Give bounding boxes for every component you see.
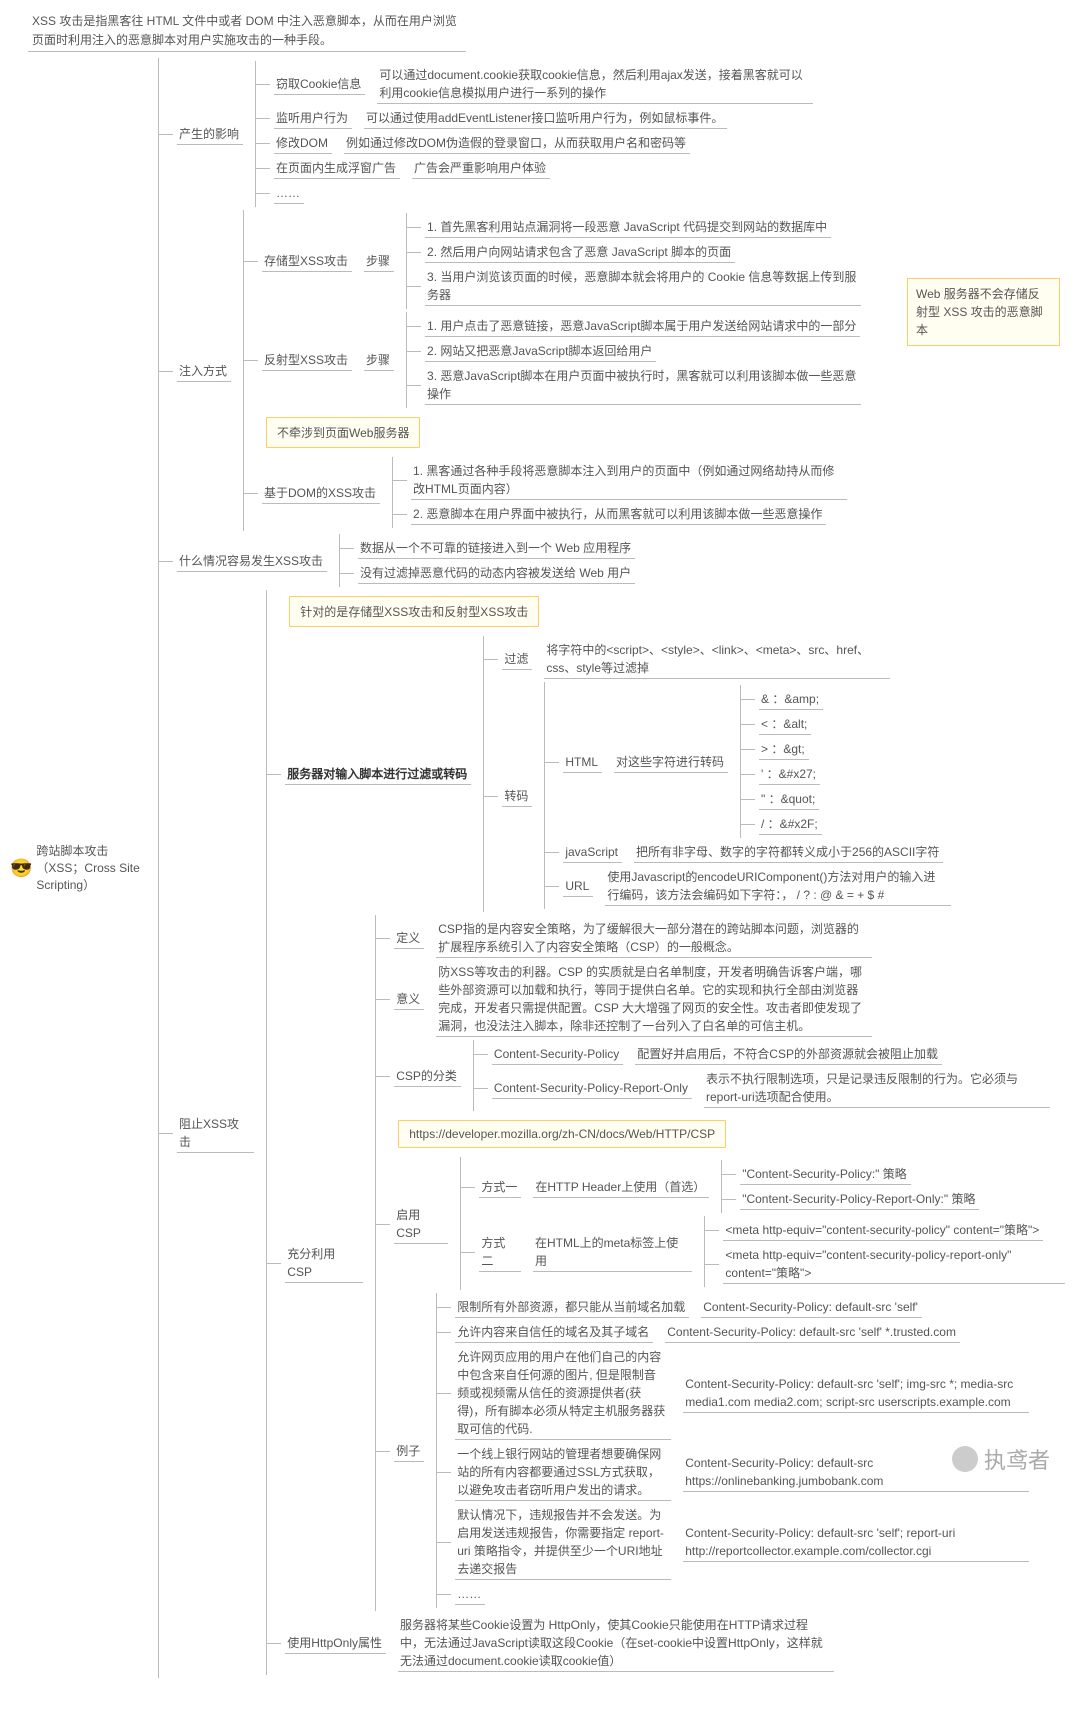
impact-ad-desc: 广告会严重影响用户体验	[412, 157, 550, 179]
csp-sig[interactable]: 意义	[394, 988, 424, 1010]
way1-v: 在HTTP Header上使用（首选）	[533, 1176, 709, 1198]
enc-amp: & ：&amp;	[759, 688, 823, 710]
enc-sl: / ：&#x2F;	[759, 813, 822, 835]
eg5-v: Content-Security-Policy: default-src 'se…	[683, 1522, 1029, 1562]
refl-s3: 3. 恶意JavaScript脚本在用户页面中被执行时，黑客就可以利用该脚本做一…	[425, 365, 861, 405]
encode-html[interactable]: HTML	[563, 751, 602, 773]
encode[interactable]: 转码	[502, 785, 532, 807]
csp-cat[interactable]: CSP的分类	[394, 1065, 461, 1087]
watermark: 执鸢者	[952, 1443, 1050, 1475]
root-node[interactable]: 😎 跨站脚本攻击（XSS；Cross Site Scripting）	[10, 843, 158, 893]
enc-gt: > ：&gt;	[759, 738, 809, 760]
stored-s1: 1. 首先黑客利用站点漏洞将一段恶意 JavaScript 代码提交到网站的数据…	[425, 216, 831, 238]
impact-cookie-desc: 可以通过document.cookie获取cookie信息，然后利用ajax发送…	[377, 64, 813, 104]
impact-listen-desc: 可以通过使用addEventListener接口监听用户行为，例如鼠标事件。	[364, 107, 727, 129]
impact-ad[interactable]: 在页面内生成浮窗广告	[274, 157, 400, 179]
eg2-k: 允许内容来自信任的域名及其子域名	[455, 1321, 653, 1343]
csp-cat-b: Content-Security-Policy-Report-Only	[492, 1077, 692, 1099]
watermark-text: 执鸢者	[984, 1443, 1050, 1475]
filter-desc: 将字符中的<script>、<style>、<link>、<meta>、src、…	[544, 639, 890, 679]
encode-js-desc: 把所有非字母、数字的字符都转义成小于256的ASCII字符	[634, 841, 943, 863]
wechat-icon	[952, 1446, 978, 1472]
way1-a: "Content-Security-Policy:" 策略	[740, 1163, 911, 1185]
csp-cat-b-v: 表示不执行限制选项，只是记录违反限制的行为。它必须与report-uri选项配合…	[704, 1068, 1050, 1108]
dom-s1: 1. 黑客通过各种手段将恶意脚本注入到用户的页面中（例如通过网络劫持从而修改HT…	[411, 460, 847, 500]
note-server-target: 针对的是存储型XSS攻击和反射型XSS攻击	[289, 596, 539, 627]
httponly-desc: 服务器将某些Cookie设置为 HttpOnly，使其Cookie只能使用在HT…	[398, 1614, 834, 1672]
root-emoji-icon: 😎	[10, 856, 32, 881]
way2[interactable]: 方式二	[479, 1232, 521, 1272]
dom-s2: 2. 恶意脚本在用户界面中被执行，从而黑客就可以利用该脚本做一些恶意操作	[411, 503, 826, 525]
csp-eg[interactable]: 例子	[394, 1440, 424, 1462]
encode-html-desc: 对这些字符进行转码	[614, 751, 728, 773]
csp-cat-a-v: 配置好并启用后，不符合CSP的外部资源就会被阻止加载	[635, 1043, 942, 1065]
intro-text: XSS 攻击是指黑客往 HTML 文件中或者 DOM 中注入恶意脚本，从而在用户…	[28, 10, 466, 52]
eg3-k: 允许网页应用的用户在他们自己的内容中包含来自任何源的图片, 但是限制音频或视频需…	[455, 1346, 671, 1440]
csp-def[interactable]: 定义	[394, 927, 424, 949]
side-note-reflected: Web 服务器不会存储反射型 XSS 攻击的恶意脚本	[907, 278, 1060, 346]
note-no-server: 不牵涉到页面Web服务器	[266, 417, 420, 448]
eg1-k: 限制所有外部资源，都只能从当前域名加载	[455, 1296, 689, 1318]
steps-label: 步骤	[364, 349, 394, 371]
csp-def-v: CSP指的是内容安全策略，为了缓解很大一部分潜在的跨站脚本问题，浏览器的扩展程序…	[436, 918, 872, 958]
when-a: 数据从一个不可靠的链接进入到一个 Web 应用程序	[358, 537, 635, 559]
way2-v: 在HTML上的meta标签上使用	[533, 1232, 692, 1272]
encode-url-desc: 使用Javascript的encodeURIComponent()方法对用户的输…	[605, 866, 951, 906]
csp-sig-v: 防XSS等攻击的利器。CSP 的实质就是白名单制度，开发者明确告诉客户端，哪些外…	[436, 961, 872, 1037]
when-node[interactable]: 什么情况容易发生XSS攻击	[177, 550, 327, 572]
encode-url[interactable]: URL	[563, 875, 593, 897]
prevent-server[interactable]: 服务器对输入脚本进行过滤或转码	[285, 763, 471, 785]
csp-cat-a: Content-Security-Policy	[492, 1043, 623, 1065]
prevent-node[interactable]: 阻止XSS攻击	[177, 1113, 254, 1153]
impact-etc: ……	[274, 182, 304, 204]
eg1-v: Content-Security-Policy: default-src 'se…	[701, 1296, 922, 1318]
impact-node[interactable]: 产生的影响	[177, 123, 243, 145]
when-b: 没有过滤掉恶意代码的动态内容被发送给 Web 用户	[358, 562, 635, 584]
way2-b: <meta http-equiv="content-security-polic…	[723, 1244, 1065, 1284]
encode-js[interactable]: javaScript	[563, 841, 622, 863]
impact-cookie[interactable]: 窃取Cookie信息	[274, 73, 365, 95]
root-title: 跨站脚本攻击（XSS；Cross Site Scripting）	[36, 843, 150, 893]
eg4-k: 一个线上银行网站的管理者想要确保网站的所有内容都要通过SSL方式获取，以避免攻击…	[455, 1443, 671, 1501]
prevent-httponly[interactable]: 使用HttpOnly属性	[285, 1632, 386, 1654]
inject-reflected[interactable]: 反射型XSS攻击	[262, 349, 352, 371]
eg5-k: 默认情况下，违规报告并不会发送。为启用发送违规报告，你需要指定 report-u…	[455, 1504, 671, 1580]
csp-enable[interactable]: 启用CSP	[394, 1204, 448, 1244]
eg2-v: Content-Security-Policy: default-src 'se…	[665, 1321, 960, 1343]
impact-listen[interactable]: 监听用户行为	[274, 107, 352, 129]
inject-stored[interactable]: 存储型XSS攻击	[262, 250, 352, 272]
steps-label: 步骤	[364, 250, 394, 272]
inject-node[interactable]: 注入方式	[177, 360, 231, 382]
note-csp-url[interactable]: https://developer.mozilla.org/zh-CN/docs…	[398, 1120, 726, 1148]
enc-qt: " ：&quot;	[759, 788, 819, 810]
stored-s2: 2. 然后用户向网站请求包含了恶意 JavaScript 脚本的页面	[425, 241, 735, 263]
eg3-v: Content-Security-Policy: default-src 'se…	[683, 1373, 1029, 1413]
way2-a: <meta http-equiv="content-security-polic…	[723, 1219, 1043, 1241]
way1-b: "Content-Security-Policy-Report-Only:" 策…	[740, 1188, 979, 1210]
impact-dom-desc: 例如通过修改DOM伪造假的登录窗口，从而获取用户名和密码等	[344, 132, 690, 154]
prevent-csp[interactable]: 充分利用CSP	[285, 1243, 363, 1283]
enc-lt: < ：&alt;	[759, 713, 811, 735]
refl-s2: 2. 网站又把恶意JavaScript脚本返回给用户	[425, 340, 656, 362]
enc-ap: ' ：&#x27;	[759, 763, 820, 785]
refl-s1: 1. 用户点击了恶意链接，恶意JavaScript脚本属于用户发送给网站请求中的…	[425, 315, 860, 337]
filter[interactable]: 过滤	[502, 648, 532, 670]
way1[interactable]: 方式一	[479, 1176, 521, 1198]
inject-dom[interactable]: 基于DOM的XSS攻击	[262, 482, 380, 504]
stored-s3: 3. 当用户浏览该页面的时候，恶意脚本就会将用户的 Cookie 信息等数据上传…	[425, 266, 861, 306]
eg-etc: ……	[455, 1583, 485, 1605]
impact-dom[interactable]: 修改DOM	[274, 132, 332, 154]
